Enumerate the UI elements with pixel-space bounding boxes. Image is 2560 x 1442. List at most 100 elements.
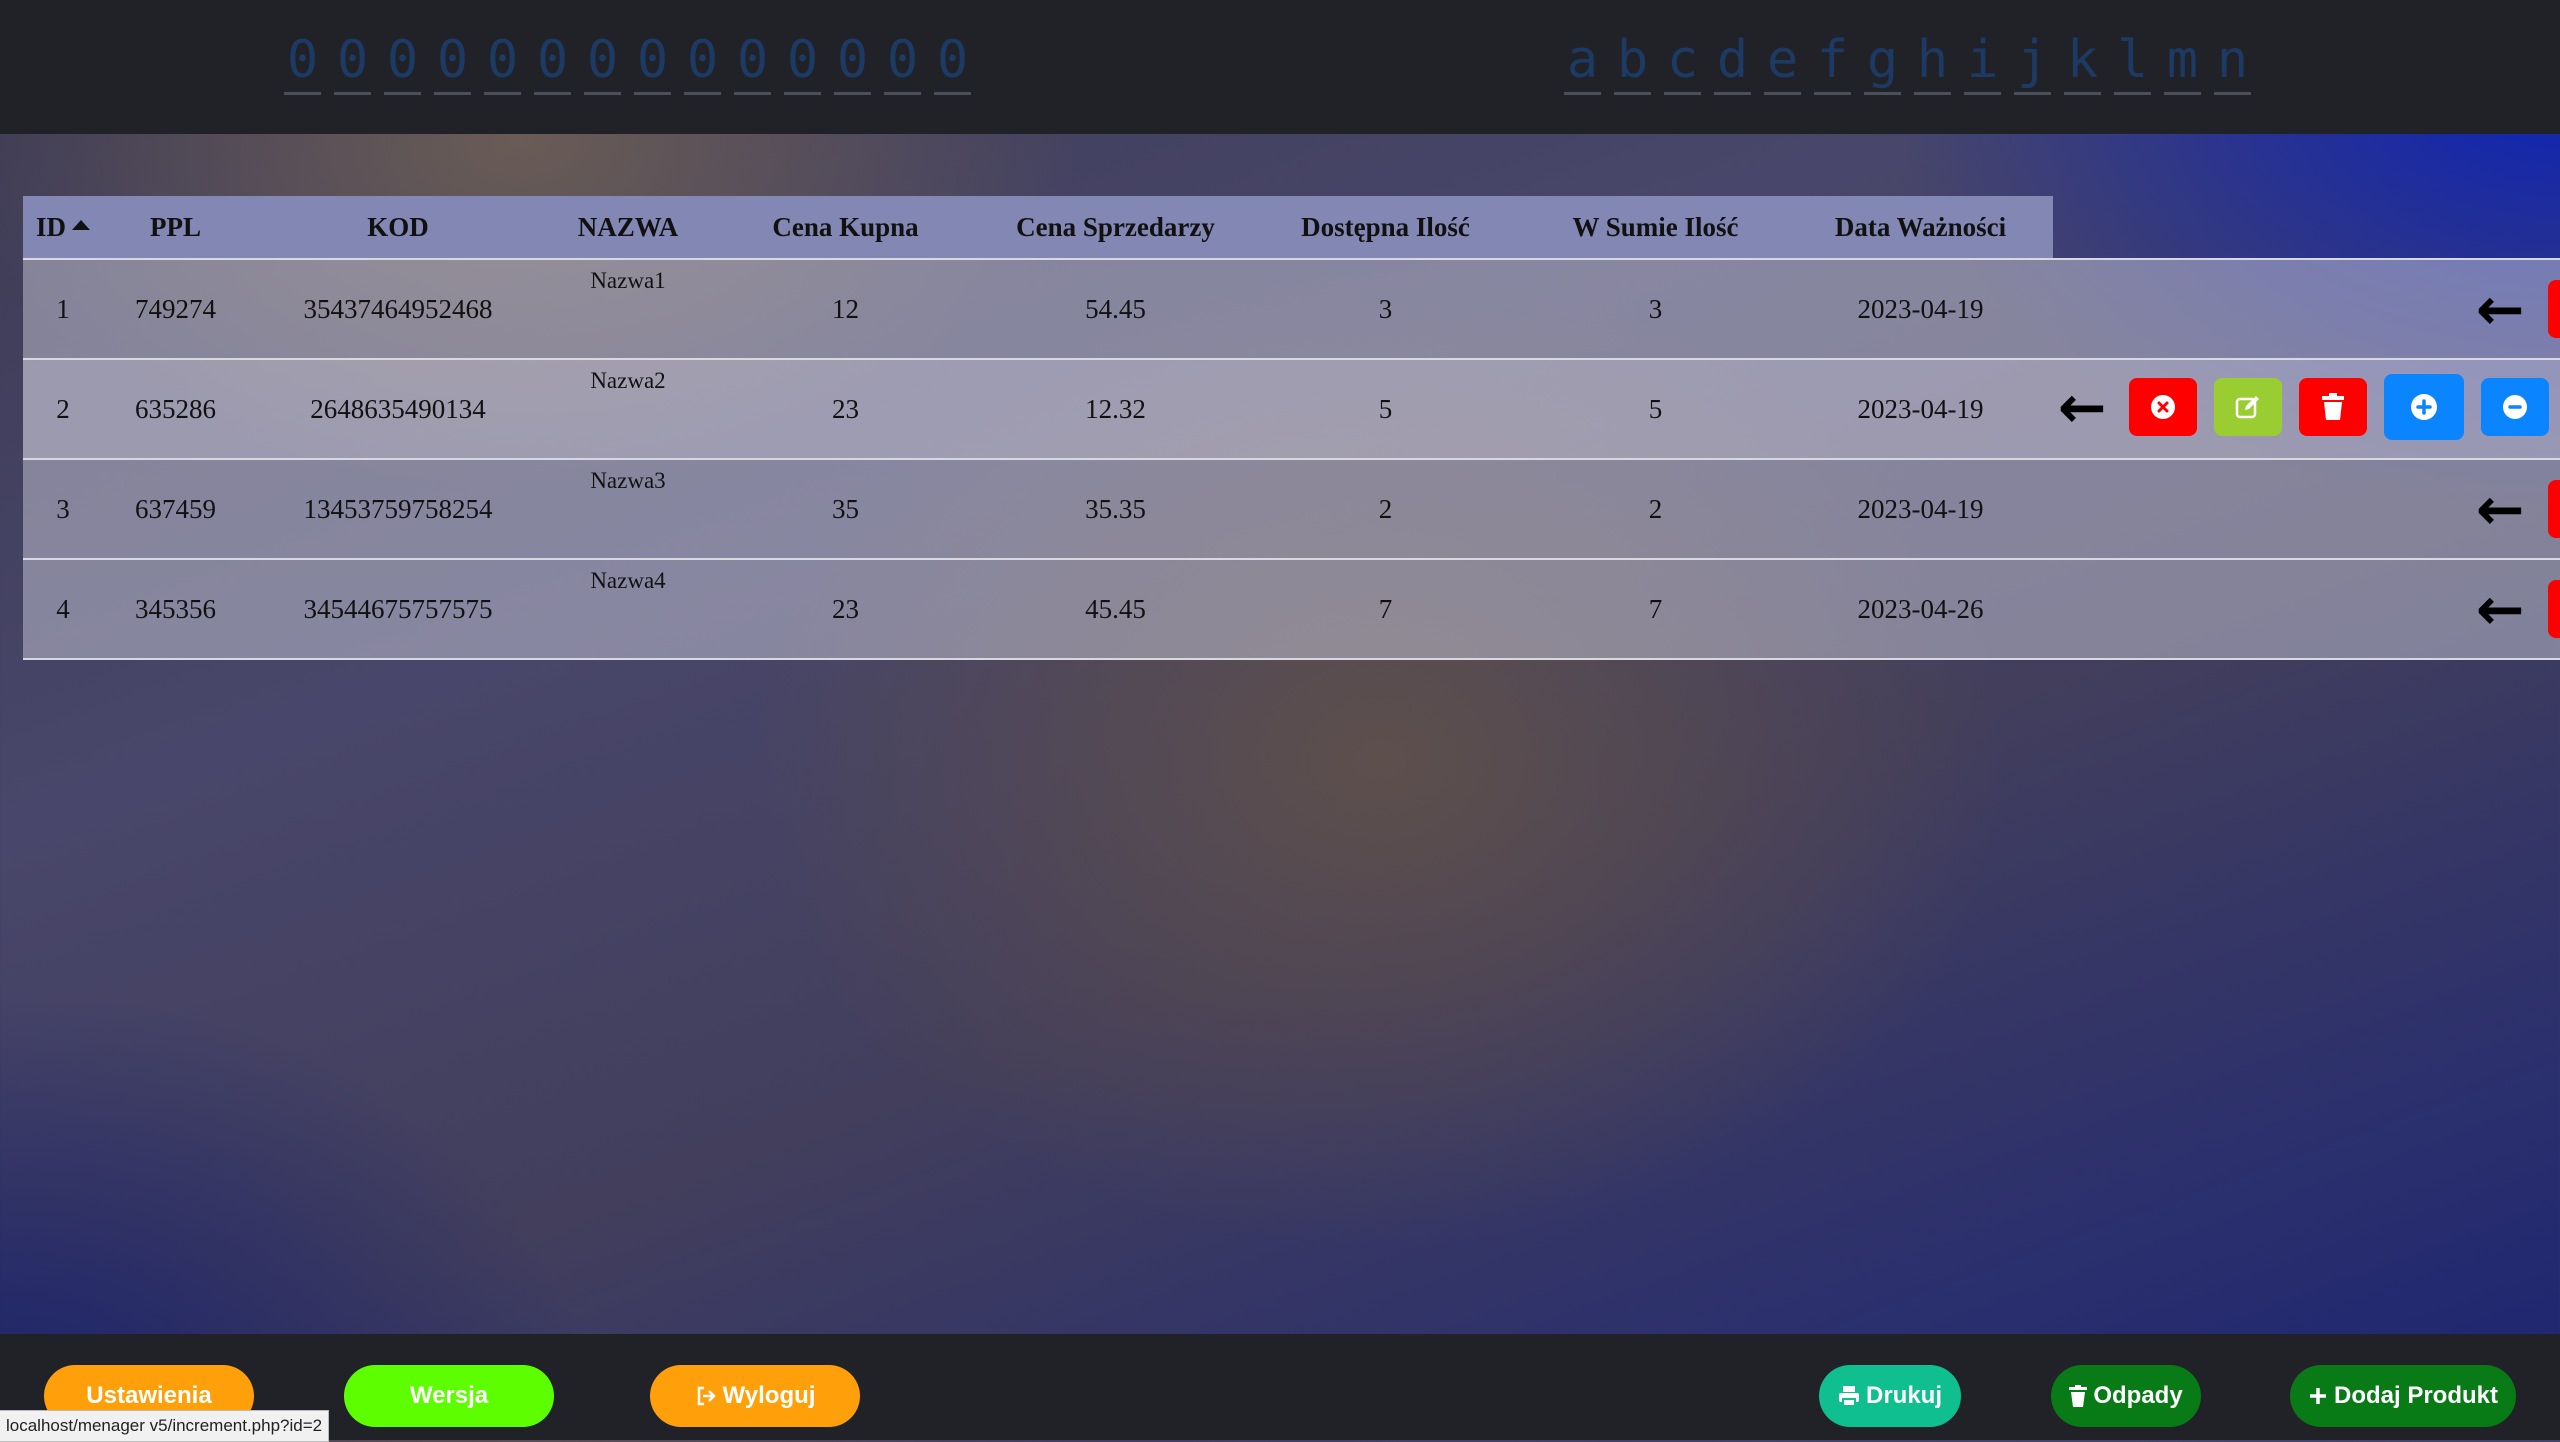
plus-icon bbox=[2411, 394, 2437, 420]
edit-button[interactable] bbox=[2214, 378, 2282, 436]
header-id[interactable]: ID bbox=[23, 196, 103, 259]
cell-data: 2023-04-19 bbox=[1788, 358, 2053, 459]
cancel-button[interactable] bbox=[2548, 580, 2560, 638]
code-digit[interactable]: 0 bbox=[834, 28, 871, 95]
cell-data: 2023-04-19 bbox=[1788, 458, 2053, 559]
cell-kod: 34544675757575 bbox=[248, 558, 548, 660]
arrow-left-icon[interactable]: ← bbox=[2470, 580, 2530, 638]
cell-w-sumie: 5 bbox=[1523, 358, 1788, 459]
logout-button[interactable]: Wyloguj bbox=[650, 1365, 860, 1427]
code-digit[interactable]: 0 bbox=[884, 28, 921, 95]
code-input-digits[interactable]: 0 0 0 0 0 0 0 0 0 0 0 0 0 0 bbox=[284, 28, 971, 95]
letter-char[interactable]: a bbox=[1564, 28, 1601, 95]
logout-icon bbox=[697, 1386, 716, 1406]
cell-cena-sprzedarzy: 12.32 bbox=[983, 358, 1248, 459]
code-digit[interactable]: 0 bbox=[684, 28, 721, 95]
row-actions: ← bbox=[2052, 358, 2549, 456]
version-button[interactable]: Wersja bbox=[344, 1365, 554, 1427]
product-name: Nazwa4 bbox=[590, 568, 666, 593]
code-digit[interactable]: 0 bbox=[384, 28, 421, 95]
cell-cena-kupna: 12 bbox=[708, 258, 983, 359]
version-label: Wersja bbox=[409, 1382, 489, 1409]
letter-char[interactable]: l bbox=[2114, 28, 2151, 95]
row-actions: ← bbox=[2470, 460, 2560, 558]
letter-char[interactable]: m bbox=[2164, 28, 2201, 95]
cancel-icon bbox=[2151, 395, 2175, 419]
header-cena-sprzedarzy[interactable]: Cena Sprzedarzy bbox=[983, 196, 1248, 259]
product-name: Nazwa2 bbox=[590, 368, 666, 393]
letter-char[interactable]: e bbox=[1764, 28, 1801, 95]
letter-char[interactable]: g bbox=[1864, 28, 1901, 95]
cell-ppl: 345356 bbox=[103, 558, 248, 660]
cell-kod: 35437464952468 bbox=[248, 258, 548, 359]
arrow-left-icon[interactable]: ← bbox=[2052, 378, 2112, 436]
code-digit[interactable]: 0 bbox=[334, 28, 371, 95]
product-name: Nazwa1 bbox=[590, 268, 666, 293]
code-digit[interactable]: 0 bbox=[634, 28, 671, 95]
header-nazwa[interactable]: NAZWA bbox=[548, 196, 708, 259]
edit-icon bbox=[2235, 396, 2259, 419]
cancel-button[interactable] bbox=[2548, 280, 2560, 338]
print-button[interactable]: Drukuj bbox=[1819, 1365, 1961, 1427]
letter-char[interactable]: f bbox=[1814, 28, 1851, 95]
table-row[interactable]: 2 635286 2648635490134 Nazwa2 23 12.32 5… bbox=[23, 358, 2053, 459]
arrow-left-icon[interactable]: ← bbox=[2470, 280, 2530, 338]
cell-dostepna: 5 bbox=[1248, 358, 1523, 459]
header-data-waznosci[interactable]: Data Ważności bbox=[1788, 196, 2053, 259]
cell-w-sumie: 3 bbox=[1523, 258, 1788, 359]
product-name: Nazwa3 bbox=[590, 468, 666, 493]
letter-char[interactable]: c bbox=[1664, 28, 1701, 95]
letter-input-chars[interactable]: a b c d e f g h i j k l m n bbox=[1564, 28, 2251, 95]
increment-button[interactable] bbox=[2384, 374, 2464, 440]
cell-id: 2 bbox=[23, 358, 103, 459]
cell-w-sumie: 7 bbox=[1523, 558, 1788, 660]
code-digit[interactable]: 0 bbox=[484, 28, 521, 95]
sort-ascending-icon bbox=[72, 219, 90, 230]
cancel-button[interactable] bbox=[2548, 480, 2560, 538]
waste-button[interactable]: Odpady bbox=[2051, 1365, 2201, 1427]
letter-char[interactable]: d bbox=[1714, 28, 1751, 95]
delete-button[interactable] bbox=[2299, 378, 2367, 436]
top-bar: 0 0 0 0 0 0 0 0 0 0 0 0 0 0 a b c d e f … bbox=[0, 0, 2560, 134]
header-ppl[interactable]: PPL bbox=[103, 196, 248, 259]
header-cena-kupna[interactable]: Cena Kupna bbox=[708, 196, 983, 259]
decrement-button[interactable] bbox=[2481, 378, 2549, 436]
cancel-button[interactable] bbox=[2129, 378, 2197, 436]
waste-label: Odpady bbox=[2093, 1382, 2183, 1409]
letter-char[interactable]: b bbox=[1614, 28, 1651, 95]
code-digit[interactable]: 0 bbox=[534, 28, 571, 95]
letter-char[interactable]: k bbox=[2064, 28, 2101, 95]
code-digit[interactable]: 0 bbox=[734, 28, 771, 95]
code-digit[interactable]: 0 bbox=[284, 28, 321, 95]
cell-cena-sprzedarzy: 45.45 bbox=[983, 558, 1248, 660]
add-product-button[interactable]: Dodaj Produkt bbox=[2290, 1365, 2516, 1427]
cell-ppl: 637459 bbox=[103, 458, 248, 559]
table-row[interactable]: 4 345356 34544675757575 Nazwa4 23 45.45 … bbox=[23, 558, 2053, 660]
code-digit[interactable]: 0 bbox=[434, 28, 471, 95]
trash-icon bbox=[2069, 1385, 2088, 1407]
code-digit[interactable]: 0 bbox=[784, 28, 821, 95]
browser-status-url: localhost/menager v5/increment.php?id=2 bbox=[0, 1410, 330, 1442]
letter-char[interactable]: i bbox=[1964, 28, 2001, 95]
header-label: ID bbox=[35, 211, 66, 242]
table-row[interactable]: 3 637459 13453759758254 Nazwa3 35 35.35 … bbox=[23, 458, 2053, 559]
letter-char[interactable]: n bbox=[2214, 28, 2251, 95]
logout-label: Wyloguj bbox=[722, 1382, 816, 1409]
settings-label: Ustawienia bbox=[86, 1382, 212, 1409]
row-actions: ← bbox=[2470, 560, 2560, 658]
add-product-label: Dodaj Produkt bbox=[2333, 1382, 2498, 1409]
cell-cena-kupna: 23 bbox=[708, 558, 983, 660]
cell-kod: 13453759758254 bbox=[248, 458, 548, 559]
code-digit[interactable]: 0 bbox=[584, 28, 621, 95]
letter-char[interactable]: j bbox=[2014, 28, 2051, 95]
header-w-sumie-ilosc[interactable]: W Sumie Ilość bbox=[1523, 196, 1788, 259]
table-header-row: ID PPL KOD NAZWA Cena Kupna Cena Sprzeda… bbox=[23, 196, 2053, 259]
header-dostepna-ilosc[interactable]: Dostępna Ilość bbox=[1248, 196, 1523, 259]
cell-nazwa: Nazwa2 bbox=[548, 358, 708, 459]
table-row[interactable]: 1 749274 35437464952468 Nazwa1 12 54.45 … bbox=[23, 258, 2053, 359]
cell-id: 3 bbox=[23, 458, 103, 559]
code-digit[interactable]: 0 bbox=[934, 28, 971, 95]
header-kod[interactable]: KOD bbox=[248, 196, 548, 259]
letter-char[interactable]: h bbox=[1914, 28, 1951, 95]
arrow-left-icon[interactable]: ← bbox=[2470, 480, 2530, 538]
